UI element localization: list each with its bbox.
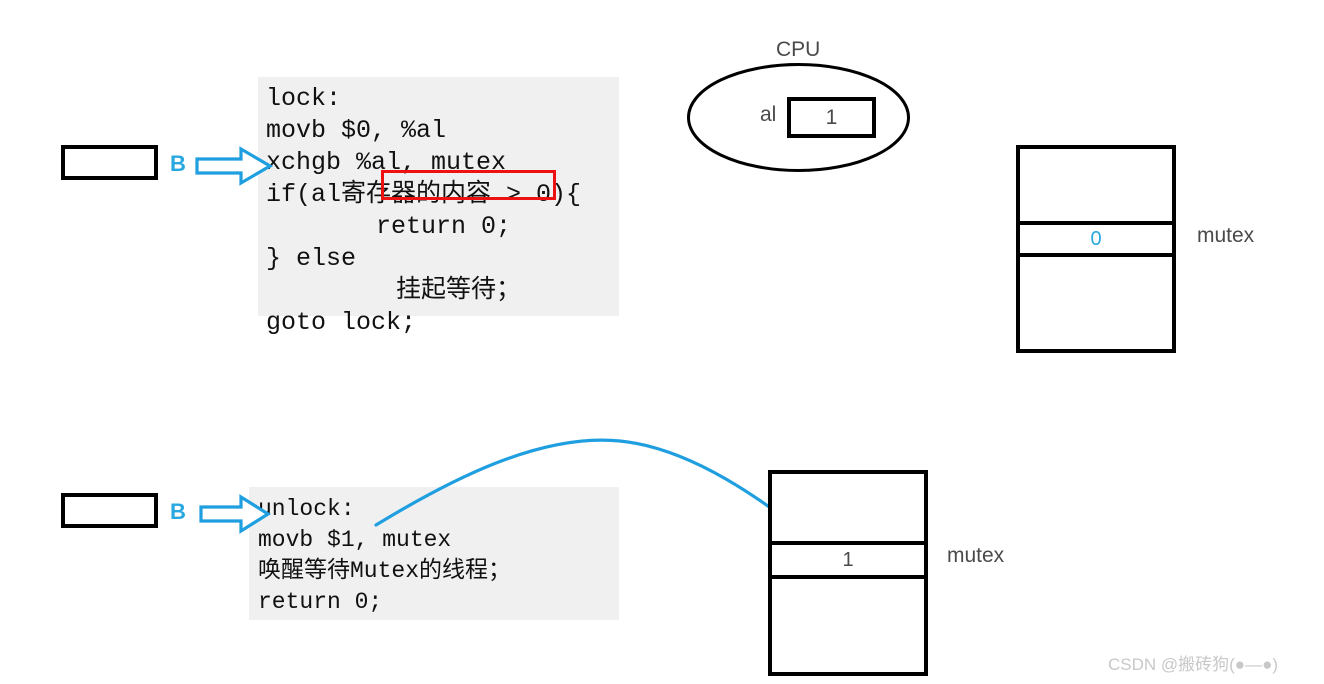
memory-box-bottom: 1 [768,470,928,676]
memory-cell-top-3 [1020,257,1172,349]
al-register-value-box: 1 [787,97,876,138]
thread-rect-top [61,145,158,180]
thread-label-b-top: B [170,151,186,176]
block-arrow-top-icon [195,146,274,191]
mutex-label-bottom: mutex [947,544,1005,567]
unlock-code-block: unlock: movb $1, mutex 唤醒等待Mutex的线程； return… [249,487,619,620]
lock-code-line-7: 挂起等待； [396,276,522,305]
memory-cell-top-2-mutex: 0 [1020,225,1172,257]
memory-cell-bottom-1 [772,474,924,545]
csdn-watermark: CSDN @搬砖狗(●—●) [1108,655,1279,674]
cpu-label: CPU [776,38,821,61]
memory-cell-top-1 [1020,149,1172,225]
thread-label-b-bottom: B [170,499,186,524]
unlock-code-line-1: unlock: [258,496,355,522]
lock-code-line-3: xchgb %al, mutex [266,148,507,177]
lock-code-block: lock: movb $0, %al xchgb %al, mutex if(al寄存… [258,77,619,337]
diagram-canvas: lock: movb $0, %al xchgb %al, mutex if(al寄存… [0,0,1324,684]
lock-code-line-8: goto lock; [266,308,417,337]
lock-code-line-2: movb $0, %al [266,116,447,145]
memory-cell-bottom-3 [772,579,924,672]
unlock-code-line-3: 唤醒等待Mutex的线程； [258,558,512,584]
mutex-label-top: mutex [1197,224,1255,247]
block-arrow-bottom-icon [199,494,272,539]
memory-box-top: 0 [1016,145,1176,353]
unlock-code-line-2: movb $1, mutex [258,527,452,553]
al-register-label: al [760,103,777,126]
lock-code-line-1: lock: [266,84,342,113]
lock-code-line-6: } else [266,244,357,273]
lock-code-line-4: if(al寄存器的内容 > 0){ [266,180,582,209]
thread-rect-bottom [61,493,158,528]
memory-cell-bottom-2-mutex: 1 [772,545,924,579]
unlock-code-line-4: return 0; [258,589,383,615]
lock-code-line-5: return 0; [376,212,512,241]
